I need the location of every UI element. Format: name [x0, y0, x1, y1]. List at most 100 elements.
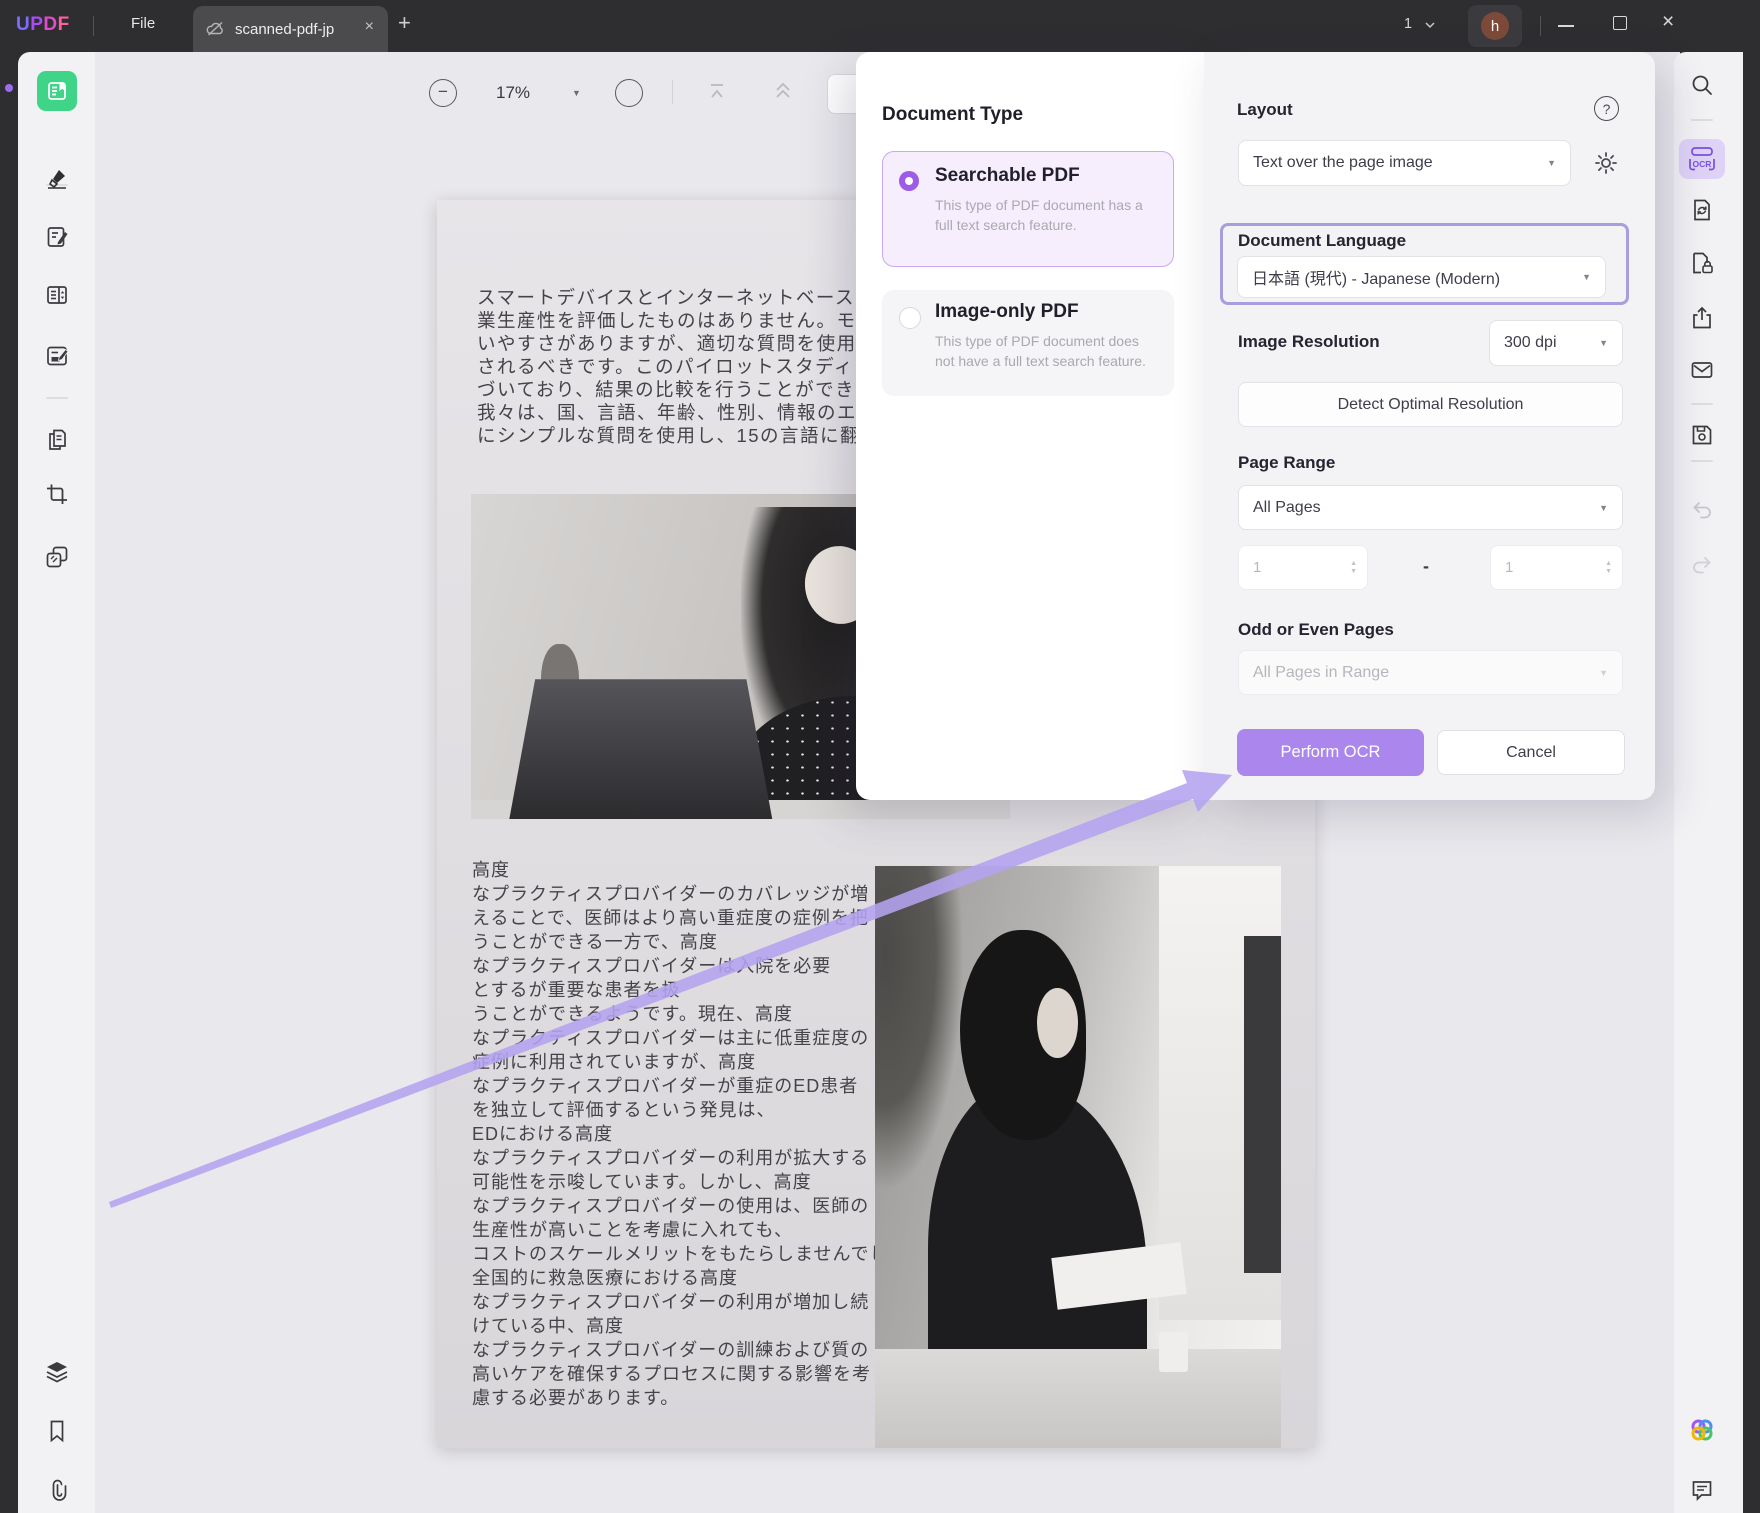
- layout-select[interactable]: Text over the page image ▼: [1238, 140, 1571, 186]
- document-lock-icon: [1689, 250, 1715, 276]
- updf-window: UPDF File Help scanned-pdf-jp × + 1 h ×: [0, 0, 1760, 1513]
- edit-pdf-button[interactable]: [37, 217, 77, 257]
- range-from-input[interactable]: 1 ▲ ▼: [1238, 545, 1368, 590]
- image-resolution-value: 300 dpi: [1504, 334, 1557, 351]
- annotate-tool-button[interactable]: [37, 157, 77, 197]
- option-searchable-pdf[interactable]: Searchable PDF This type of PDF document…: [882, 151, 1174, 267]
- option-title: Searchable PDF: [935, 165, 1080, 186]
- image-resolution-select[interactable]: 300 dpi ▼: [1489, 320, 1623, 366]
- page-text-line: なプラクティスプロバイダーの利用が増加し続: [472, 1292, 870, 1312]
- undo-button[interactable]: [1682, 490, 1722, 530]
- spinner-arrows-icon[interactable]: ▲ ▼: [1605, 560, 1612, 576]
- dialog-title: Document Type: [882, 104, 1024, 125]
- image-resolution-label: Image Resolution: [1238, 332, 1380, 351]
- comment-icon: [1689, 1477, 1715, 1503]
- page-up-double-icon[interactable]: [772, 80, 794, 102]
- page-text-line: なプラクティスプロバイダーのカバレッジが増: [472, 884, 870, 904]
- detect-optimal-resolution-button[interactable]: Detect Optimal Resolution: [1238, 382, 1623, 427]
- organize-pages-button[interactable]: [37, 275, 77, 315]
- layout-label: Layout: [1237, 100, 1293, 119]
- search-button[interactable]: [1682, 65, 1722, 105]
- page-text-line: 症例に利用されていますが、高度: [472, 1052, 757, 1072]
- layout-settings-gear-icon[interactable]: [1592, 149, 1620, 177]
- accent-dot: [5, 84, 13, 92]
- new-tab-button[interactable]: +: [398, 10, 411, 36]
- chevron-down-icon: ▼: [1599, 667, 1608, 678]
- cancel-button[interactable]: Cancel: [1437, 730, 1625, 775]
- page-indicator-chevron-icon[interactable]: [1424, 21, 1436, 29]
- range-to-input[interactable]: 1 ▲ ▼: [1490, 545, 1623, 590]
- spinner-arrows-icon[interactable]: ▲ ▼: [1350, 560, 1357, 576]
- option-image-only-pdf[interactable]: Image-only PDF This type of PDF document…: [882, 290, 1174, 396]
- save-button[interactable]: [1682, 415, 1722, 455]
- scroll-to-top-icon[interactable]: [706, 82, 728, 102]
- zoom-in-button[interactable]: [615, 79, 643, 107]
- page-text-line: なプラクティスプロバイダーの利用が拡大する: [472, 1148, 870, 1168]
- zoom-level[interactable]: 17%: [496, 83, 530, 103]
- sidebar-divider: [1691, 119, 1713, 121]
- copy-pages-icon: [44, 427, 70, 453]
- document-language-label: Document Language: [1238, 231, 1407, 250]
- save-icon: [1689, 422, 1715, 448]
- email-button[interactable]: [1682, 350, 1722, 390]
- share-button[interactable]: [1682, 298, 1722, 338]
- mail-icon: [1689, 357, 1715, 383]
- tab-title: scanned-pdf-jp: [235, 21, 335, 38]
- help-icon[interactable]: ?: [1594, 96, 1619, 121]
- avatar: h: [1481, 12, 1509, 40]
- pages-tool-button[interactable]: [37, 420, 77, 460]
- organize-icon: [44, 282, 70, 308]
- photo-detail: [1244, 935, 1281, 1274]
- bookmark-icon: [44, 1418, 70, 1444]
- protect-pdf-button[interactable]: [1682, 243, 1722, 283]
- perform-ocr-button[interactable]: Perform OCR: [1237, 729, 1424, 776]
- page-text-line: 生産性が高いことを考慮に入れても、: [472, 1220, 794, 1240]
- odd-even-select[interactable]: All Pages in Range ▼: [1238, 650, 1623, 695]
- option-description: This type of PDF document does not have …: [935, 333, 1146, 369]
- convert-pdf-button[interactable]: [1682, 190, 1722, 230]
- document-language-select[interactable]: 日本語 (現代) - Japanese (Modern) ▼: [1237, 256, 1606, 298]
- redo-button[interactable]: [1682, 545, 1722, 585]
- page-text-line: 高いケアを確保するプロセスに関する影響を考: [472, 1364, 871, 1384]
- reader-mode-button[interactable]: [37, 71, 77, 111]
- account-button[interactable]: h: [1468, 5, 1522, 47]
- ocr-button-active[interactable]: OCR: [1679, 139, 1725, 179]
- page-text-line: コストのスケールメリットをもたらしませんでした。: [472, 1244, 927, 1264]
- window-minimize-button[interactable]: [1558, 25, 1574, 27]
- attachments-panel-button[interactable]: [37, 1470, 77, 1510]
- layers-icon: [44, 1359, 70, 1385]
- layers-panel-button[interactable]: [37, 1352, 77, 1392]
- crop-tool-button[interactable]: [37, 474, 77, 514]
- window-close-button[interactable]: ×: [1662, 10, 1674, 34]
- tab-close-icon[interactable]: ×: [365, 18, 374, 36]
- page-number-input[interactable]: [827, 74, 859, 114]
- compare-tool-button[interactable]: [37, 537, 77, 577]
- page-indicator[interactable]: 1: [1404, 16, 1412, 32]
- chevron-down-icon: ▼: [1547, 158, 1556, 168]
- undo-icon: [1689, 497, 1715, 523]
- layout-value: Text over the page image: [1253, 154, 1433, 171]
- page-range-select[interactable]: All Pages ▼: [1238, 485, 1623, 530]
- radio-unselected-icon[interactable]: [899, 307, 921, 329]
- page-range-value: All Pages: [1253, 498, 1321, 516]
- comments-button[interactable]: [1682, 1470, 1722, 1510]
- zoom-out-button[interactable]: −: [429, 79, 457, 107]
- zoom-caret-icon[interactable]: ▼: [572, 88, 581, 98]
- fill-sign-button[interactable]: [37, 336, 77, 376]
- menu-file[interactable]: File: [131, 15, 155, 32]
- document-tab[interactable]: scanned-pdf-jp ×: [193, 6, 388, 52]
- window-maximize-button[interactable]: [1613, 16, 1627, 30]
- bookmarks-panel-button[interactable]: [37, 1411, 77, 1451]
- page-text-line: 全国的に救急医療における高度: [472, 1268, 738, 1288]
- ocr-settings-panel: Layout ? Text over the page image ▼ Docu…: [1204, 52, 1655, 800]
- page-text-line: 慮する必要があります。: [472, 1388, 680, 1408]
- page-text-line: なプラクティスプロバイダーは主に低重症度の: [472, 1028, 870, 1048]
- range-from-value: 1: [1253, 559, 1262, 576]
- chevron-down-icon: ▼: [1599, 502, 1608, 513]
- radio-selected-icon[interactable]: [899, 171, 919, 191]
- page-text-line: 高度: [472, 860, 510, 880]
- page-text-line: なプラクティスプロバイダーは入院を必要: [472, 956, 832, 976]
- updf-ai-button[interactable]: [1682, 1410, 1722, 1450]
- page-paragraph-2: 高度 なプラクティスプロバイダーのカバレッジが増 えることで、医師はより高い重症度の…: [472, 858, 927, 1410]
- svg-text:OCR: OCR: [1693, 159, 1712, 169]
